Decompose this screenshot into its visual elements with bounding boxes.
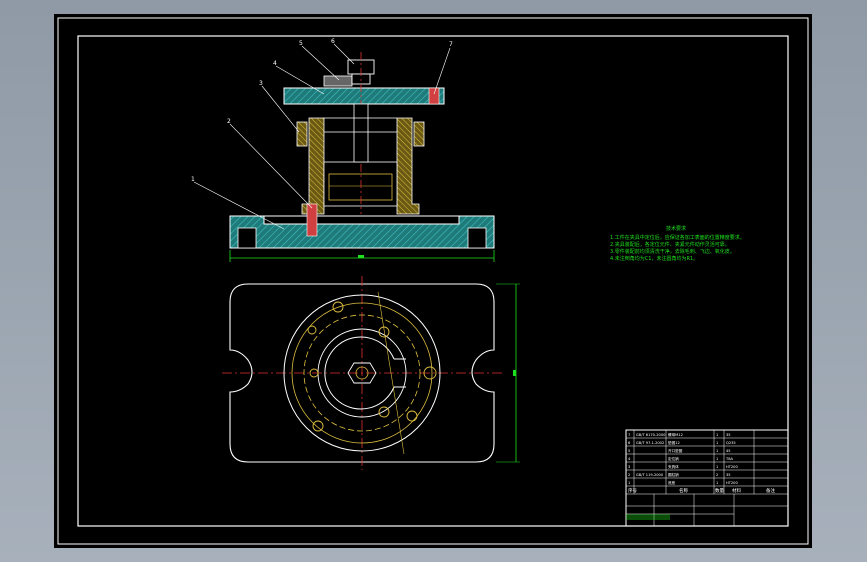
title-block: 7 GB/T 6170-2000 螺母M12 1 35 6 GB/T 97.1-… xyxy=(625,429,789,527)
part-1-name: 底座 xyxy=(668,480,676,485)
part-3-no: 3 xyxy=(628,465,630,469)
part-2-qty: 2 xyxy=(716,473,718,477)
part-5-qty: 1 xyxy=(716,449,718,453)
part-4-name: 定位销 xyxy=(668,456,679,461)
part-6-mat: Q235 xyxy=(726,441,736,445)
part-4-qty: 1 xyxy=(716,457,718,461)
tech-req-line-1: 1.工件在夹具中定位后，应保证各加工表面的位置精度要求。 xyxy=(610,234,745,241)
part-4-no: 4 xyxy=(628,457,631,461)
callout-5: 5 xyxy=(299,40,303,47)
callout-7: 7 xyxy=(449,41,453,48)
part-2-no: 2 xyxy=(628,473,630,477)
col-header-material: 材料 xyxy=(732,487,741,494)
part-4-mat: T8A xyxy=(725,457,733,461)
part-6-qty: 1 xyxy=(716,441,718,445)
part-5-no: 5 xyxy=(628,449,630,453)
tech-req-line-3: 3.零件装配前均须清洗干净，去除毛刺、飞边、氧化皮。 xyxy=(610,248,735,255)
part-6-no: 6 xyxy=(628,441,631,445)
plan-view xyxy=(222,276,520,470)
col-header-qty: 数量 xyxy=(715,487,724,494)
tech-req-line-2: 2.夹具装配后，各定位元件、夹紧元件动作灵活可靠。 xyxy=(610,241,730,248)
col-header-name: 名称 xyxy=(679,487,688,494)
part-1-qty: 1 xyxy=(716,481,718,485)
part-3-name: 夹具体 xyxy=(668,464,679,469)
cad-viewport[interactable]: 1 2 3 4 5 6 7 技术要求 1.工件在夹具中定位后，应保证各加工表面的… xyxy=(54,14,812,548)
part-3-mat: HT200 xyxy=(726,465,738,469)
part-1-mat: HT200 xyxy=(726,481,738,485)
part-7-mat: 35 xyxy=(726,433,731,437)
part-6-std: GB/T 97.1-2002 xyxy=(636,441,664,445)
callout-4: 4 xyxy=(273,60,277,67)
tech-req-line-4: 4.未注倒角均为C1，未注圆角均为R1。 xyxy=(610,255,698,262)
technical-requirements: 技术要求 1.工件在夹具中定位后，应保证各加工表面的位置精度要求。 2.夹具装配… xyxy=(610,225,745,262)
callout-2: 2 xyxy=(227,118,231,125)
cad-drawing: 1 2 3 4 5 6 7 技术要求 1.工件在夹具中定位后，应保证各加工表面的… xyxy=(57,17,809,545)
front-section-view: 1 2 3 4 5 6 7 xyxy=(191,38,495,262)
part-1-no: 1 xyxy=(628,481,630,485)
part-7-qty: 1 xyxy=(716,433,718,437)
part-5-mat: 45 xyxy=(726,449,731,453)
part-3-qty: 1 xyxy=(716,465,718,469)
callout-3: 3 xyxy=(259,80,263,87)
col-header-no: 序号 xyxy=(628,487,637,494)
part-7-std: GB/T 6170-2000 xyxy=(636,433,666,437)
tech-req-title: 技术要求 xyxy=(666,225,686,232)
part-6-name: 垫圈12 xyxy=(668,440,680,445)
part-2-std: GB/T 119-2000 xyxy=(636,473,664,477)
col-header-remark: 备注 xyxy=(766,487,775,494)
callout-1: 1 xyxy=(191,176,195,183)
part-7-name: 螺母M12 xyxy=(668,432,683,437)
part-5-name: 开口垫圈 xyxy=(668,448,683,453)
part-7-no: 7 xyxy=(628,433,630,437)
part-2-mat: 35 xyxy=(726,473,731,477)
callout-6: 6 xyxy=(331,38,335,45)
part-2-name: 圆柱销 xyxy=(668,472,679,477)
